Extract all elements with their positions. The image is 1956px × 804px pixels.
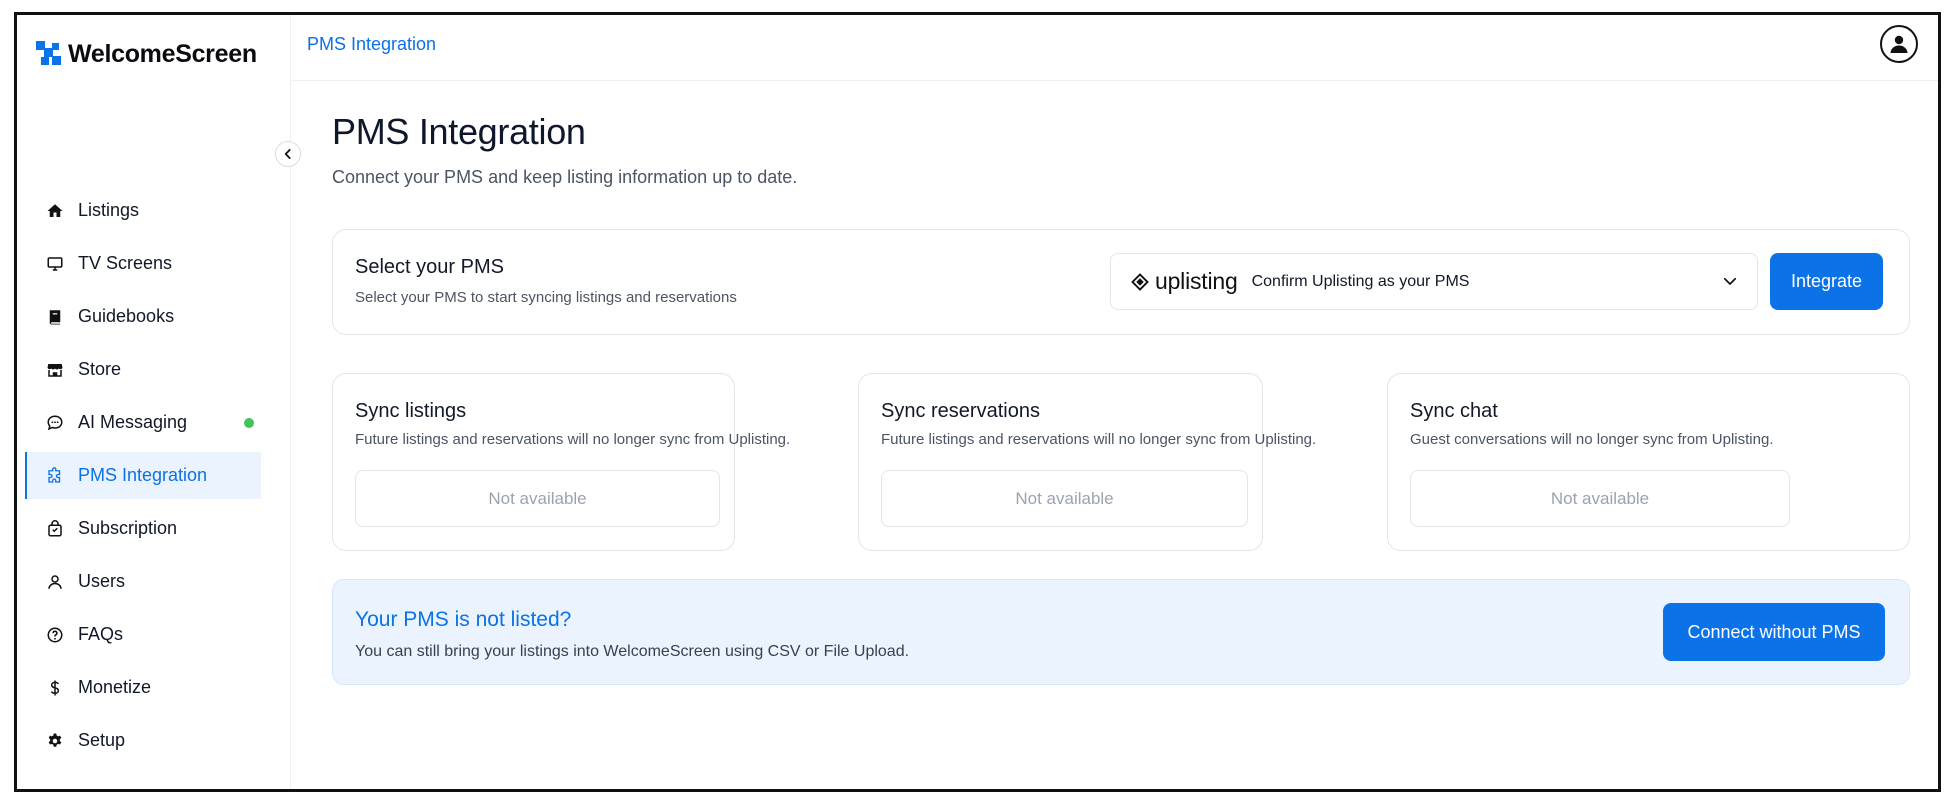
pms-name: uplisting bbox=[1155, 268, 1238, 294]
uplisting-logo-icon bbox=[1131, 272, 1149, 291]
status-dot bbox=[244, 417, 254, 428]
sync-card-subtitle: Guest conversations will no longer sync … bbox=[1410, 431, 1774, 448]
user-icon bbox=[46, 573, 64, 591]
sidebar-nav: Listings TV Screens Guidebooks Store AI … bbox=[25, 187, 261, 770]
select-pms-card: Select your PMS Select your PMS to start… bbox=[332, 229, 1910, 335]
sync-card-title: Sync reservations bbox=[881, 400, 1040, 422]
sidebar-item-label: Setup bbox=[78, 730, 126, 750]
home-icon bbox=[46, 202, 64, 220]
sync-reservations-card: Sync reservations Future listings and re… bbox=[858, 373, 1316, 551]
sync-reservations-button[interactable]: Not available bbox=[881, 470, 1248, 527]
sidebar-item-label: TV Screens bbox=[78, 253, 173, 273]
sidebar-item-monetize[interactable]: Monetize bbox=[25, 664, 261, 711]
app-window: WelcomeScreen Listings TV Screens Guideb… bbox=[14, 12, 1941, 792]
sidebar-item-guidebooks[interactable]: Guidebooks bbox=[25, 293, 261, 340]
welcomescreen-logo-icon bbox=[36, 41, 61, 65]
pms-select-dropdown[interactable]: uplisting Confirm Uplisting as your PMS bbox=[1110, 253, 1758, 310]
chat-icon bbox=[46, 414, 64, 432]
chevron-down-icon bbox=[1723, 277, 1737, 285]
pms-not-listed-banner: Your PMS is not listed? You can still br… bbox=[332, 579, 1910, 685]
integrate-button[interactable]: Integrate bbox=[1770, 253, 1883, 310]
select-pms-title: Select your PMS bbox=[355, 256, 504, 278]
sidebar-item-label: FAQs bbox=[78, 624, 124, 644]
breadcrumb[interactable]: PMS Integration bbox=[307, 34, 436, 55]
user-account-icon bbox=[1890, 35, 1908, 53]
sidebar-item-label: Guidebooks bbox=[78, 306, 175, 326]
select-pms-subtitle: Select your PMS to start syncing listing… bbox=[355, 289, 737, 306]
brand-name: WelcomeScreen bbox=[68, 39, 257, 68]
sync-listings-button[interactable]: Not available bbox=[355, 470, 720, 527]
bag-icon bbox=[46, 519, 64, 538]
puzzle-icon bbox=[46, 466, 64, 485]
sidebar-item-listings[interactable]: Listings bbox=[25, 187, 261, 234]
connect-without-pms-button[interactable]: Connect without PMS bbox=[1663, 603, 1885, 661]
sidebar-item-tv-screens[interactable]: TV Screens bbox=[25, 240, 261, 287]
book-icon bbox=[46, 308, 64, 326]
sidebar-item-label: Subscription bbox=[78, 518, 178, 538]
uplisting-logo: uplisting bbox=[1131, 268, 1238, 295]
sync-card-title: Sync chat bbox=[1410, 400, 1498, 422]
sync-card-subtitle: Future listings and reservations will no… bbox=[881, 431, 1317, 448]
sidebar-item-label: Listings bbox=[78, 200, 140, 220]
sync-card-subtitle: Future listings and reservations will no… bbox=[355, 431, 791, 448]
sync-card-title: Sync listings bbox=[355, 400, 467, 422]
brand-logo[interactable]: WelcomeScreen bbox=[35, 39, 257, 69]
page-subtitle: Connect your PMS and keep listing inform… bbox=[332, 167, 798, 187]
sidebar-item-label: Users bbox=[78, 571, 126, 591]
sidebar: WelcomeScreen Listings TV Screens Guideb… bbox=[17, 15, 291, 789]
dollar-icon bbox=[46, 679, 64, 697]
sidebar-item-ai-messaging[interactable]: AI Messaging bbox=[25, 399, 261, 446]
sidebar-item-subscription[interactable]: Subscription bbox=[25, 505, 261, 552]
banner-subtitle: You can still bring your listings into W… bbox=[355, 643, 910, 660]
main-content: PMS Integration Connect your PMS and kee… bbox=[291, 81, 1938, 789]
banner-title: Your PMS is not listed? bbox=[355, 608, 572, 631]
sidebar-item-label: Store bbox=[78, 359, 122, 379]
sidebar-item-label: Monetize bbox=[78, 677, 152, 697]
sync-listings-card: Sync listings Future listings and reserv… bbox=[332, 373, 790, 551]
sidebar-item-setup[interactable]: Setup bbox=[25, 717, 261, 764]
selected-option: Confirm Uplisting as your PMS bbox=[1251, 272, 1470, 290]
account-avatar-button[interactable] bbox=[1880, 25, 1918, 63]
gear-icon bbox=[46, 732, 64, 750]
page-title: PMS Integration bbox=[332, 111, 586, 152]
store-icon bbox=[46, 361, 64, 379]
sidebar-item-pms-integration[interactable]: PMS Integration bbox=[25, 452, 261, 499]
help-icon bbox=[46, 626, 64, 644]
sync-chat-button[interactable]: Not available bbox=[1410, 470, 1790, 527]
sidebar-item-users[interactable]: Users bbox=[25, 558, 261, 605]
sidebar-item-faqs[interactable]: FAQs bbox=[25, 611, 261, 658]
sync-chat-card: Sync chat Guest conversations will no lo… bbox=[1387, 373, 1910, 551]
sidebar-item-label: PMS Integration bbox=[78, 465, 208, 485]
top-bar: PMS Integration bbox=[291, 15, 1938, 81]
collapse-sidebar-button[interactable] bbox=[275, 141, 301, 167]
sidebar-item-store[interactable]: Store bbox=[25, 346, 261, 393]
sidebar-item-label: AI Messaging bbox=[78, 412, 188, 432]
monitor-icon bbox=[46, 255, 64, 273]
chevron-left-icon bbox=[284, 149, 291, 159]
